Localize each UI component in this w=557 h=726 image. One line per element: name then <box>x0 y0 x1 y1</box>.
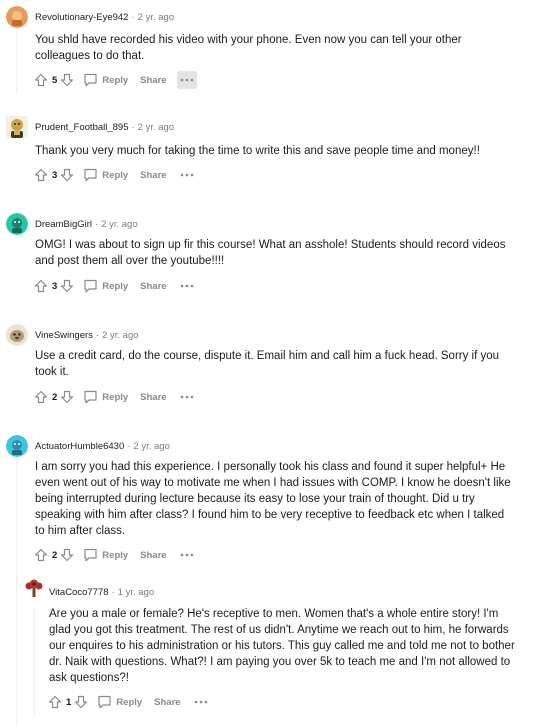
downvote-icon[interactable] <box>59 278 75 294</box>
comment-bubble-icon <box>84 548 97 562</box>
downvote-icon[interactable] <box>59 547 75 563</box>
comment-body: Thank you very much for taking the time … <box>35 145 480 157</box>
downvote-icon[interactable] <box>59 72 75 88</box>
reply-label: Reply <box>116 696 143 708</box>
upvote-icon[interactable] <box>33 167 49 183</box>
downvote-icon[interactable] <box>59 389 75 405</box>
comment-bubble-icon <box>84 168 97 182</box>
share-button[interactable]: Share <box>140 75 166 86</box>
comment-bubble-icon <box>98 695 111 709</box>
upvote-icon[interactable] <box>33 547 49 563</box>
comment-age[interactable]: 2 yr. ago <box>138 12 174 23</box>
downvote-icon[interactable] <box>59 167 75 183</box>
comment-meta: ActuatorHumble6430 · 2 yr. ago <box>35 440 170 454</box>
comment-bubble-icon <box>84 73 97 87</box>
user-avatar[interactable] <box>6 6 28 28</box>
vote-count: 5 <box>52 74 58 86</box>
separator-dot: · <box>95 219 99 230</box>
reply-button[interactable]: Reply <box>83 548 128 562</box>
reply-label: Reply <box>102 74 129 86</box>
reply-label: Reply <box>102 169 129 181</box>
username-link[interactable]: DreamBigGirl <box>35 219 92 230</box>
reply-button[interactable]: Reply <box>83 390 128 404</box>
reply-label: Reply <box>102 391 129 403</box>
comment-meta: VineSwingers · 2 yr. ago <box>35 329 139 343</box>
vote-count: 2 <box>52 391 58 403</box>
comment-age[interactable]: 1 yr. ago <box>118 587 154 598</box>
comment-body: I am sorry you had this experience. I pe… <box>35 461 511 537</box>
username-link[interactable]: VineSwingers <box>35 330 93 341</box>
comment-actions: 3 Reply Share <box>33 276 197 296</box>
user-avatar[interactable] <box>6 213 28 235</box>
reply-label: Reply <box>102 280 129 292</box>
comment-age[interactable]: 2 yr. ago <box>133 441 169 452</box>
comment-body: Use a credit card, do the course, disput… <box>35 350 500 378</box>
share-button[interactable]: Share <box>140 392 166 403</box>
comment-actions: 2 Reply Share <box>33 545 197 565</box>
downvote-icon[interactable] <box>73 694 89 710</box>
vote-count: 1 <box>66 696 72 708</box>
share-button[interactable]: Share <box>140 281 166 292</box>
reply-button[interactable]: Reply <box>83 168 128 182</box>
thread-line[interactable] <box>16 30 17 94</box>
username-link[interactable]: ActuatorHumble6430 <box>35 441 124 452</box>
username-link[interactable]: Revolutionary-Eye942 <box>35 12 128 23</box>
upvote-icon[interactable] <box>33 278 49 294</box>
user-avatar[interactable] <box>6 435 28 457</box>
share-button[interactable]: Share <box>140 550 166 561</box>
comment-age[interactable]: 2 yr. ago <box>138 122 174 133</box>
thread-line[interactable] <box>16 456 17 726</box>
comment-meta: VitaCoco7778 · 1 yr. ago <box>49 586 154 600</box>
comment-body: OMG! I was about to sign up fir this cou… <box>35 239 506 267</box>
more-options-icon[interactable] <box>177 388 197 406</box>
separator-dot: · <box>111 587 115 598</box>
vote-count: 3 <box>52 280 58 292</box>
reply-label: Reply <box>102 549 129 561</box>
separator-dot: · <box>131 122 135 133</box>
comment-actions: 1 Reply Share <box>47 692 211 712</box>
share-button[interactable]: Share <box>140 170 166 181</box>
comment-meta: Prudent_Football_895 · 2 yr. ago <box>35 121 174 135</box>
comment-actions: 5 Reply Share <box>33 70 197 90</box>
user-avatar[interactable] <box>6 324 28 346</box>
more-options-icon[interactable] <box>177 277 197 295</box>
thread-line[interactable] <box>34 606 35 716</box>
separator-dot: · <box>95 330 100 341</box>
comment-bubble-icon <box>84 390 97 404</box>
more-options-icon[interactable] <box>177 166 197 184</box>
more-options-icon[interactable] <box>191 693 211 711</box>
separator-dot: · <box>131 12 135 23</box>
user-avatar[interactable] <box>23 576 45 598</box>
upvote-icon[interactable] <box>47 694 63 710</box>
comment-body: Are you a male or female? He's receptive… <box>49 608 515 684</box>
username-link[interactable]: Prudent_Football_895 <box>35 122 129 133</box>
upvote-icon[interactable] <box>33 72 49 88</box>
comment-actions: 2 Reply Share <box>33 387 197 407</box>
upvote-icon[interactable] <box>33 389 49 405</box>
comment-actions: 3 Reply Share <box>33 165 197 185</box>
share-button[interactable]: Share <box>154 697 180 708</box>
vote-count: 3 <box>52 169 58 181</box>
comment-body: You shld have recorded his video with yo… <box>35 34 462 62</box>
comment-age[interactable]: 2 yr. ago <box>101 219 137 230</box>
more-options-icon[interactable] <box>177 546 197 564</box>
reply-button[interactable]: Reply <box>83 279 128 293</box>
comment-meta: Revolutionary-Eye942 · 2 yr. ago <box>35 11 174 25</box>
reply-button[interactable]: Reply <box>97 695 142 709</box>
separator-dot: · <box>127 441 131 452</box>
comment-meta: DreamBigGirl · 2 yr. ago <box>35 218 138 232</box>
comment-bubble-icon <box>84 279 97 293</box>
comment-age[interactable]: 2 yr. ago <box>102 330 138 341</box>
username-link[interactable]: VitaCoco7778 <box>49 587 109 598</box>
vote-count: 2 <box>52 549 58 561</box>
user-avatar[interactable] <box>6 116 28 138</box>
more-options-icon[interactable] <box>176 71 197 89</box>
reply-button[interactable]: Reply <box>83 73 128 87</box>
